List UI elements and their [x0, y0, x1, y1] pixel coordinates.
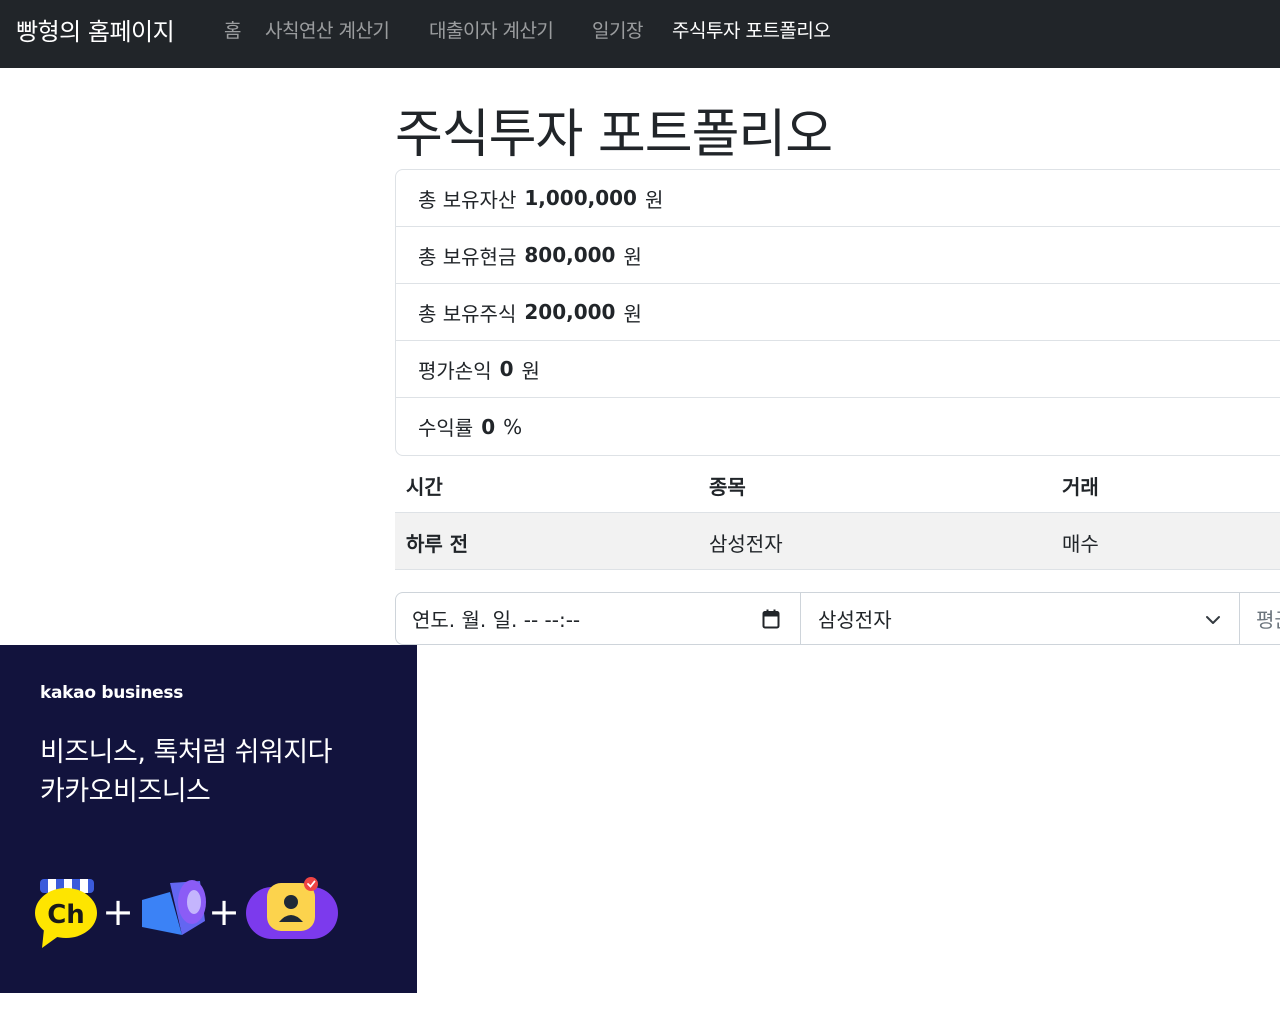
summary-label: 총 보유현금	[418, 244, 517, 269]
summary-profit-loss: 평가손익 0 원	[396, 341, 1280, 398]
channel-icon: Ch	[35, 879, 97, 948]
channel-icon-text: Ch	[47, 900, 85, 930]
ad-brand: kakao business	[40, 683, 184, 703]
nav-link-diary[interactable]: 일기장	[592, 16, 643, 43]
table-row: 하루 전 삼성전자 매수	[395, 513, 1280, 570]
summary-total-assets: 총 보유자산 1,000,000 원	[396, 170, 1280, 227]
calendar-icon[interactable]	[762, 609, 780, 629]
ad-illustration: Ch + +	[35, 877, 338, 948]
summary-unit: 원	[623, 301, 642, 326]
summary-unit: 원	[623, 244, 642, 269]
summary-value: 800,000	[524, 243, 616, 267]
ad-headline-line2: 카카오비즈니스	[40, 776, 211, 807]
table-header-stock: 종목	[709, 475, 746, 499]
table-header-row: 시간 종목 거래	[395, 456, 1280, 513]
table-cell-stock: 삼성전자	[709, 532, 783, 556]
page-title: 주식투자 포트폴리오	[395, 105, 833, 165]
summary-label: 평가손익	[418, 358, 492, 383]
summary-value: 200,000	[524, 300, 616, 324]
plus-icon: +	[102, 890, 134, 934]
table-header-time: 시간	[406, 475, 443, 499]
summary-total-stock: 총 보유주식 200,000 원	[396, 284, 1280, 341]
megaphone-icon	[142, 880, 206, 935]
stock-select-value: 삼성전자	[818, 608, 892, 632]
summary-value: 0	[499, 357, 514, 381]
top-navbar: 빵형의 홈페이지 홈 사칙연산 계산기 대출이자 계산기 일기장 주식투자 포트…	[0, 0, 1280, 68]
profile-icon	[246, 877, 338, 939]
nav-link-portfolio[interactable]: 주식투자 포트폴리오	[672, 16, 831, 43]
summary-label: 총 보유주식	[418, 301, 517, 326]
ad-headline-line1: 비즈니스, 톡처럼 쉬워지다	[40, 737, 333, 768]
summary-label: 수익률	[418, 416, 474, 440]
table-cell-time: 하루 전	[406, 532, 469, 556]
summary-unit: 원	[644, 187, 664, 212]
ad-headline: 비즈니스, 톡처럼 쉬워지다 카카오비즈니스	[40, 733, 333, 811]
nav-link-loan-calculator[interactable]: 대출이자 계산기	[429, 16, 554, 43]
summary-value: 1,000,000	[524, 186, 637, 210]
stock-select[interactable]: 삼성전자	[800, 592, 1240, 645]
plus-icon: +	[208, 890, 240, 934]
datetime-input[interactable]: 연도. 월. 일. -- --:--	[395, 592, 801, 645]
kakao-business-ad[interactable]: kakao business 비즈니스, 톡처럼 쉬워지다 카카오비즈니스 Ch…	[0, 645, 417, 993]
summary-return-rate: 수익률 0 %	[396, 398, 1280, 455]
nav-link-home[interactable]: 홈	[224, 16, 241, 43]
summary-total-cash: 총 보유현금 800,000 원	[396, 227, 1280, 284]
chevron-down-icon	[1206, 616, 1220, 624]
average-price-input[interactable]: 평균	[1239, 592, 1280, 645]
average-price-placeholder: 평균	[1256, 608, 1280, 632]
nav-link-calculator[interactable]: 사칙연산 계산기	[265, 16, 390, 43]
trade-form: 연도. 월. 일. -- --:-- 삼성전자 평균	[395, 592, 1280, 645]
summary-unit: %	[503, 414, 523, 439]
summary-label: 총 보유자산	[418, 187, 517, 212]
trades-table: 시간 종목 거래 하루 전 삼성전자 매수	[395, 456, 1280, 570]
brand-link[interactable]: 빵형의 홈페이지	[16, 12, 175, 47]
table-header-trade: 거래	[1062, 475, 1099, 499]
summary-list: 총 보유자산 1,000,000 원 총 보유현금 800,000 원 총 보유…	[395, 169, 1280, 456]
summary-unit: 원	[521, 358, 540, 383]
summary-value: 0	[481, 414, 496, 439]
datetime-placeholder: 연도. 월. 일. -- --:--	[412, 608, 581, 632]
table-cell-trade: 매수	[1062, 532, 1099, 556]
